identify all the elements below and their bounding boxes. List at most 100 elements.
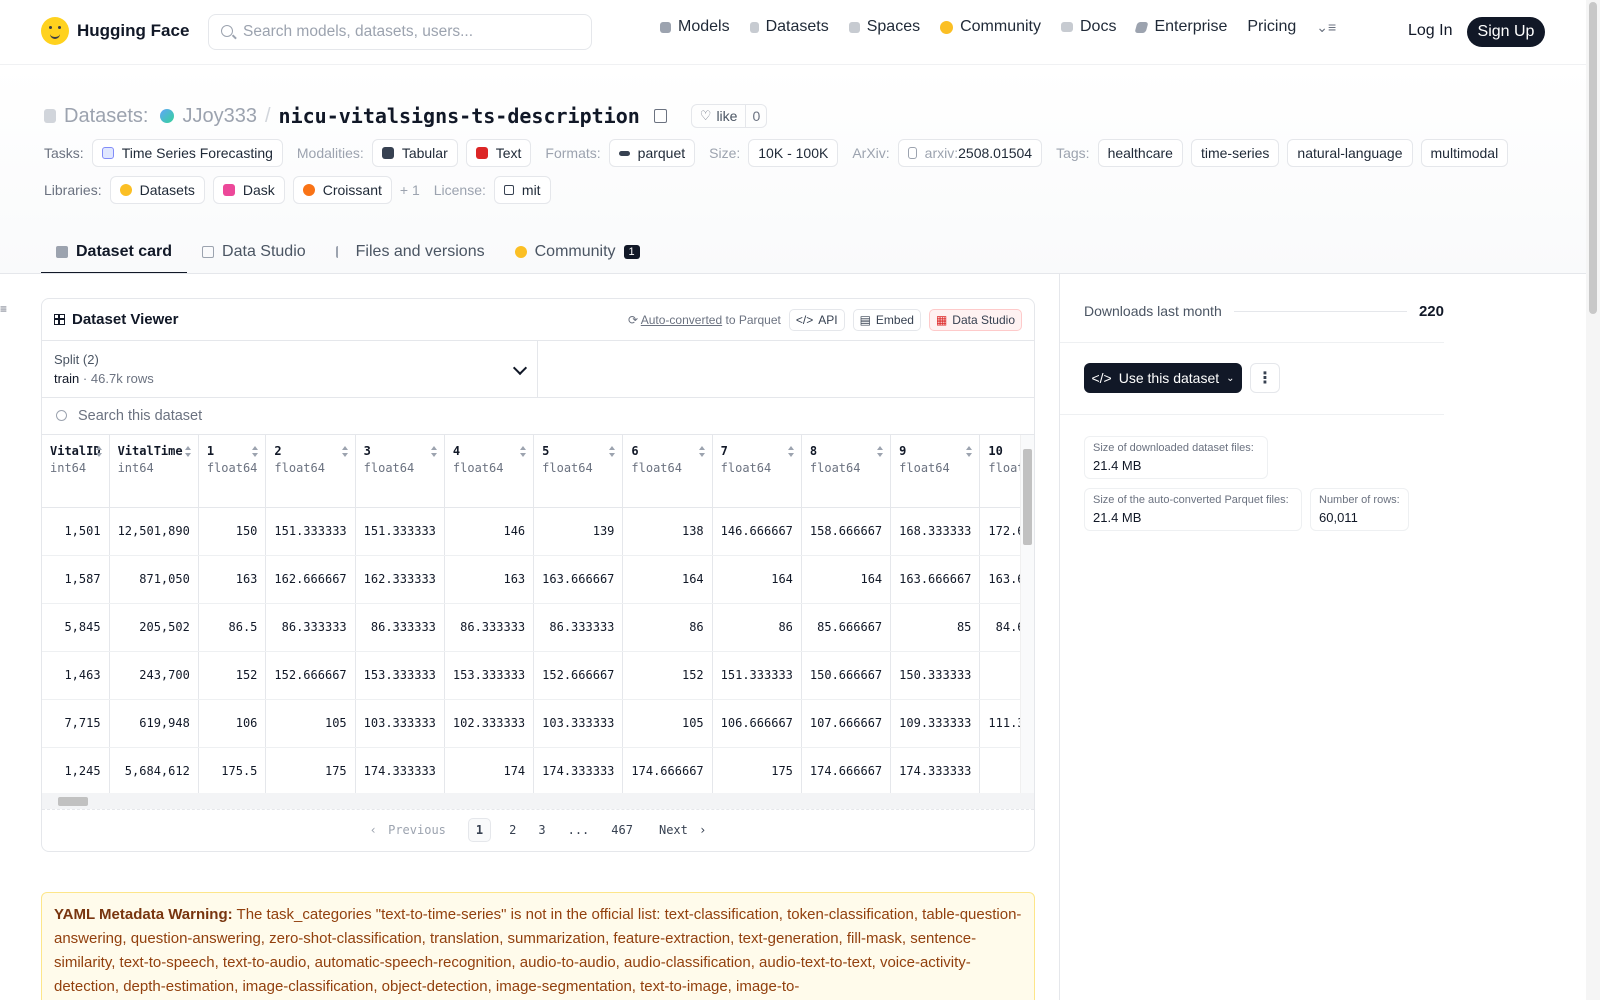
tag-chip[interactable]: healthcare (1097, 139, 1183, 167)
table-cell[interactable]: 153.333333 (355, 651, 445, 700)
table-cell[interactable]: 174.333333 (355, 747, 445, 796)
sort-icon[interactable] (787, 446, 795, 458)
tag-chip[interactable]: time-series (1190, 139, 1280, 167)
modality-chip-tabular[interactable]: Tabular (371, 139, 458, 167)
next-page-button[interactable]: Next › (651, 823, 710, 837)
table-cell[interactable]: 151.333333 (265, 507, 356, 556)
library-chip-datasets[interactable]: Datasets (109, 176, 205, 204)
copy-icon[interactable] (653, 109, 667, 123)
table-cell[interactable]: 12,501,890 (109, 507, 199, 556)
nav-enterprise[interactable]: Enterprise (1134, 18, 1227, 36)
table-cell[interactable]: 871,050 (109, 555, 199, 604)
datasets-section-link[interactable]: Datasets: (64, 105, 148, 128)
toc-toggle-icon[interactable]: ≡ (0, 302, 10, 316)
table-cell[interactable]: 85 (890, 603, 981, 652)
column-header[interactable]: 4 float64 (444, 435, 535, 508)
table-cell[interactable]: 1,463 (42, 651, 110, 700)
table-cell[interactable]: 174.666667 (622, 747, 713, 796)
table-cell[interactable]: 174.333333 (533, 747, 624, 796)
table-cell[interactable]: 86.333333 (444, 603, 535, 652)
signup-button[interactable]: Sign Up (1467, 17, 1545, 47)
table-cell[interactable]: 175 (265, 747, 356, 796)
table-cell[interactable]: 146.666667 (712, 507, 802, 556)
tab-data-studio[interactable]: Data Studio (187, 230, 321, 274)
scrollbar-thumb[interactable] (1589, 2, 1597, 314)
column-header[interactable]: 1 float64 (198, 435, 267, 508)
table-cell[interactable]: 163.666667 (890, 555, 981, 604)
table-cell[interactable]: 146 (444, 507, 535, 556)
nav-spaces[interactable]: Spaces (848, 18, 920, 36)
sort-icon[interactable] (252, 446, 259, 458)
use-this-dataset-button[interactable]: </> Use this dataset ⌄ (1084, 363, 1242, 393)
tag-chip[interactable]: multimodal (1420, 139, 1509, 167)
table-cell[interactable]: 150.666667 (801, 651, 892, 700)
table-cell[interactable]: 152 (622, 651, 713, 700)
horizontal-scrollbar[interactable] (42, 793, 1034, 809)
sort-icon[interactable] (877, 446, 884, 458)
table-cell[interactable]: 152.666667 (533, 651, 624, 700)
table-cell[interactable]: 162.666667 (265, 555, 356, 604)
table-cell[interactable]: 106.666667 (712, 699, 802, 748)
sort-icon[interactable] (520, 446, 527, 458)
global-search-input[interactable]: Search models, datasets, users... (208, 14, 592, 50)
table-cell[interactable]: 168.333333 (890, 507, 981, 556)
page-button[interactable]: 1 (467, 817, 492, 842)
tab-community[interactable]: Community 1 (500, 230, 655, 274)
table-cell[interactable]: 243,700 (109, 651, 199, 700)
table-cell[interactable]: 175 (712, 747, 802, 796)
more-options-button[interactable]: ⋮ (1250, 363, 1280, 393)
sort-icon[interactable] (341, 446, 349, 458)
column-header[interactable]: 9 float64 (890, 435, 981, 508)
table-cell[interactable]: 619,948 (109, 699, 199, 748)
table-cell[interactable]: 1,245 (42, 747, 110, 796)
table-cell[interactable]: 163.666667 (533, 555, 624, 604)
auto-converted-link[interactable]: Auto-converted (641, 313, 722, 327)
size-chip[interactable]: 10K - 100K (748, 139, 839, 167)
nav-datasets[interactable]: Datasets (749, 18, 829, 36)
library-chip-dask[interactable]: Dask (212, 176, 285, 204)
repo-name[interactable]: nicu-vitalsigns-ts-description (279, 104, 640, 128)
table-cell[interactable]: 86.333333 (265, 603, 356, 652)
brand[interactable]: Hugging Face (41, 17, 189, 45)
scrollbar-thumb[interactable] (58, 797, 88, 806)
sort-icon[interactable] (698, 446, 706, 458)
table-cell[interactable]: 109.333333 (890, 699, 981, 748)
table-cell[interactable]: 164 (712, 555, 802, 604)
table-cell[interactable]: 5,684,612 (109, 747, 199, 796)
table-cell[interactable]: 86 (622, 603, 713, 652)
table-cell[interactable]: 106 (198, 699, 267, 748)
table-cell[interactable]: 152.666667 (265, 651, 356, 700)
table-cell[interactable]: 158.666667 (801, 507, 892, 556)
sort-icon[interactable] (609, 446, 616, 458)
scrollbar-thumb[interactable] (1023, 449, 1032, 545)
table-cell[interactable]: 7,715 (42, 699, 110, 748)
owner-link[interactable]: JJoy333 (182, 105, 257, 128)
api-button[interactable]: </> API (788, 308, 845, 331)
data-studio-button[interactable]: ▦ Data Studio (928, 308, 1022, 331)
dataset-search-input[interactable]: Search this dataset (42, 398, 1034, 435)
table-cell[interactable]: 139 (533, 507, 624, 556)
login-link[interactable]: Log In (1408, 22, 1452, 40)
column-header[interactable]: 8 float64 (801, 435, 892, 508)
table-cell[interactable]: 86.5 (198, 603, 267, 652)
vertical-scrollbar[interactable] (1020, 435, 1034, 793)
table-cell[interactable]: 102.333333 (444, 699, 535, 748)
table-cell[interactable]: 107.666667 (801, 699, 892, 748)
sort-icon[interactable] (430, 446, 438, 458)
split-selector[interactable]: Split (2) train · 46.7k rows (42, 341, 538, 397)
column-header[interactable]: 5 float64 (533, 435, 624, 508)
table-cell[interactable]: 85.666667 (801, 603, 892, 652)
table-cell[interactable]: 163 (444, 555, 535, 604)
tab-dataset-card[interactable]: Dataset card (41, 230, 188, 274)
page-button[interactable]: 2 (505, 823, 520, 837)
like-button[interactable]: ♡ like 0 (690, 104, 768, 128)
arxiv-chip[interactable]: arxiv: 2508.01504 (897, 139, 1043, 167)
table-cell[interactable]: 174.666667 (801, 747, 892, 796)
sort-icon[interactable] (966, 446, 973, 458)
table-cell[interactable]: 164 (622, 555, 713, 604)
modality-chip-text[interactable]: Text (465, 139, 532, 167)
table-cell[interactable]: 86 (712, 603, 802, 652)
table-cell[interactable]: 164 (801, 555, 892, 604)
tab-files-and-versions[interactable]: Files and versions (321, 230, 500, 274)
table-cell[interactable]: 151.333333 (712, 651, 802, 700)
